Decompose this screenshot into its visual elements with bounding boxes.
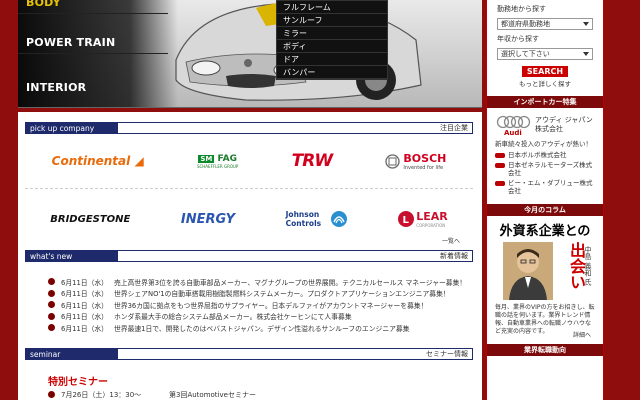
importer-item[interactable]: 日本ゼネラルモーターズ株式会社 [487, 160, 603, 178]
seminar-date: 7月26日（土）13：30～ [61, 391, 142, 399]
seminar-header: seminar セミナー情報 [25, 348, 473, 360]
audi-logo-icon: Audi [496, 115, 531, 136]
advanced-search-link[interactable]: もっと詳しく探す [487, 78, 603, 88]
salary-label: 年収から探す [497, 35, 539, 43]
menu-item-sunroof[interactable]: サンルーフ [277, 14, 387, 27]
column-header: 今月のコラム [487, 204, 603, 216]
news-text: 世界シェアNO'1の自動車搭載用樹脂製燃料システムメーカー。プロダクトアプリケー… [114, 290, 450, 299]
car-icon [495, 181, 505, 186]
bullet-icon [48, 324, 55, 332]
bullet-icon [48, 391, 55, 398]
whatsnew-label: what's new [26, 251, 118, 261]
news-date: 6月11日（水） [61, 278, 108, 287]
news-item[interactable]: 6月11日（水） 世界最速1日で、開発したのはベバストジャパン。デザイン性溢れるサ… [48, 322, 468, 334]
nav-interior[interactable]: INTERIOR [18, 77, 168, 99]
lear-icon: L [398, 211, 415, 227]
logo-lear[interactable]: L LEAR CORPORATION [398, 210, 448, 228]
news-item[interactable]: 6月11日（水） 世界シェアNO'1の自動車搭載用樹脂製燃料システムメーカー。プロ… [48, 288, 468, 300]
news-text: 売上高世界第3位を誇る自動車部品メーカー、マグナグループの世界展開。テクニカルセ… [114, 278, 467, 287]
logo-fag[interactable]: SM FAG SCHAEFFLER GROUP [197, 154, 238, 169]
area-select[interactable]: 都道府県勤務地 [497, 18, 593, 30]
logo-johnson-controls[interactable]: Johnson Controls [286, 210, 348, 228]
news-date: 6月11日（水） [61, 290, 108, 299]
bullet-icon [48, 312, 55, 320]
news-item[interactable]: 6月11日（水） 世界36カ国に拠点をもつ世界屈指のサプライヤー。日本デルファイが… [48, 299, 468, 311]
hero-banner: BODY POWER TRAIN INTERIOR フルフレーム サンルーフ ミ… [18, 0, 482, 108]
seminar-right-label: セミナー情報 [426, 350, 468, 358]
whatsnew-header: what's new 新着情報 [25, 250, 473, 262]
trend-header: 業界転職動向 [487, 344, 603, 356]
seminar-text: 第3回Automotiveセミナー [169, 391, 256, 399]
whatsnew-right-label: 新着情報 [440, 252, 468, 260]
parts-dropdown-menu: フルフレーム サンルーフ ミラー ボディ ドア バンパー [276, 0, 388, 80]
importer-name: 日本ゼネラルモーターズ株式会社 [508, 161, 593, 177]
area-label: 勤務地から探す [497, 5, 546, 13]
search-button[interactable]: SEARCH [522, 66, 568, 77]
importer-item[interactable]: ビー・エム・ダブリュー株式会社 [487, 178, 603, 196]
news-item[interactable]: 6月11日（水） ホンダ系最大手の総合システム部品メーカー。株式会社ケーヒンにて人… [48, 311, 468, 323]
svg-text:Audi: Audi [504, 129, 522, 136]
pickup-more-link[interactable]: 一覧へ [442, 236, 460, 245]
audi-name: アウディ ジャパン 株式会社 [535, 116, 593, 133]
menu-item-full-frame[interactable]: フルフレーム [277, 1, 387, 14]
pickup-label: pick up company [26, 123, 118, 133]
pickup-header: pick up company 注目企業 [25, 122, 473, 134]
nav-body[interactable]: BODY [18, 0, 168, 14]
bullet-icon [48, 301, 55, 309]
page-edge [606, 0, 612, 400]
logo-continental[interactable]: Continental ◢ [52, 154, 144, 168]
logo-bosch[interactable]: BOSCH Invented for life [385, 152, 446, 171]
column-title: 外資系企業との [499, 224, 591, 239]
johnson-text: Johnson Controls [285, 210, 322, 228]
johnson-icon [330, 211, 347, 227]
column-feature[interactable]: 外資系企業との 出会い 中島 義和 氏 毎月、業界のVIPの方をお招きし、転職の… [495, 220, 595, 340]
salary-select[interactable]: 選択して下さい [497, 48, 593, 60]
audi-caption: 新車続々投入のアウディが熱い！ [495, 140, 593, 148]
news-item[interactable]: 6月11日（水） 売上高世界第3位を誇る自動車部品メーカー、マグナグループの世界展… [48, 276, 468, 288]
menu-item-mirror[interactable]: ミラー [277, 27, 387, 40]
news-date: 6月11日（水） [61, 324, 108, 333]
importer-name: 日本ボルボ株式会社 [508, 151, 567, 159]
nav-power-train[interactable]: POWER TRAIN [18, 32, 168, 54]
news-text: 世界36カ国に拠点をもつ世界屈指のサプライヤー。日本デルファイがアカウントマネー… [114, 301, 428, 310]
bullet-icon [48, 289, 55, 297]
pickup-right-label: 注目企業 [440, 124, 468, 132]
importer-name: ビー・エム・ダブリュー株式会社 [508, 179, 593, 195]
main-content: pick up company 注目企業 Continental ◢ SM FA… [18, 112, 482, 400]
news-list: 6月11日（水） 売上高世界第3位を誇る自動車部品メーカー、マグナグループの世界展… [48, 276, 468, 334]
logo-divider [25, 188, 473, 189]
importer-item[interactable]: 日本ボルボ株式会社 [487, 150, 603, 160]
seminar-label: seminar [26, 349, 118, 359]
car-icon [495, 153, 505, 158]
news-text: 世界最速1日で、開発したのはベバストジャパン。デザイン性溢れるサンルーフのエンジ… [114, 324, 410, 333]
importer-header: インポートカー特集 [487, 96, 603, 108]
bosch-icon [385, 153, 401, 169]
category-nav: BODY POWER TRAIN INTERIOR [18, 0, 178, 107]
news-date: 6月11日（水） [61, 301, 108, 310]
car-icon [495, 163, 505, 168]
logo-inergy[interactable]: INERGY [181, 212, 235, 227]
news-date: 6月11日（水） [61, 313, 108, 322]
menu-item-body[interactable]: ボディ [277, 40, 387, 53]
logo-trw[interactable]: TRW [292, 151, 333, 171]
column-more-link[interactable]: 詳細へ [573, 330, 591, 339]
column-author: 中島 義和 氏 [584, 246, 592, 286]
menu-item-door[interactable]: ドア [277, 53, 387, 66]
menu-item-bumper[interactable]: バンパー [277, 66, 387, 79]
bullet-icon [48, 278, 55, 286]
person-photo [503, 242, 553, 300]
svg-text:L: L [403, 215, 410, 226]
page: BODY POWER TRAIN INTERIOR フルフレーム サンルーフ ミ… [0, 0, 640, 400]
news-text: ホンダ系最大手の総合システム部品メーカー。株式会社ケーヒンにて人事募集 [114, 313, 352, 322]
logo-bridgestone[interactable]: BRIDGESTONE [50, 214, 130, 225]
seminar-title: 特別セミナー [48, 377, 108, 388]
company-logos: Continental ◢ SM FAG SCHAEFFLER GROUP TR… [25, 146, 473, 234]
logo-row-1: Continental ◢ SM FAG SCHAEFFLER GROUP TR… [25, 146, 473, 176]
logo-row-2: BRIDGESTONE INERGY Johnson Controls L LE… [25, 204, 473, 234]
seminar-item[interactable]: 7月26日（土）13：30～ 第3回Automotiveセミナー [48, 390, 256, 400]
audi-feature[interactable]: Audi アウディ ジャパン 株式会社 [487, 108, 603, 138]
right-sidebar: 勤務地から探す 都道府県勤務地 年収から探す 選択して下さい SEARCH もっ… [486, 0, 604, 400]
